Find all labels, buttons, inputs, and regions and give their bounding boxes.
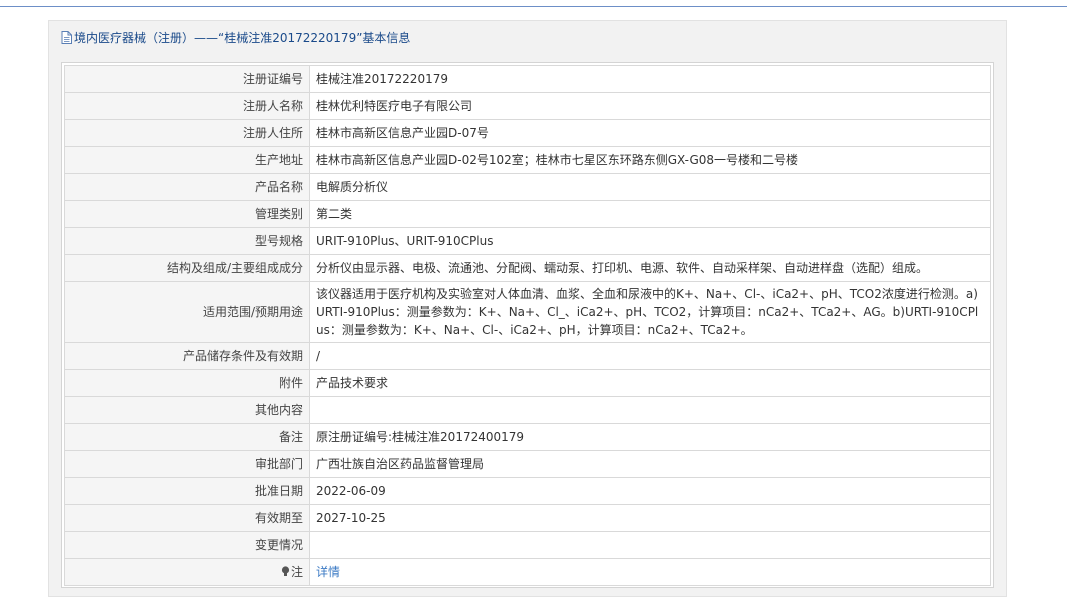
row-value: 桂林优利特医疗电子有限公司 — [309, 92, 991, 120]
document-icon — [61, 31, 72, 44]
row-label: 其他内容 — [64, 396, 310, 424]
table-row: 有效期至 2027-10-25 — [64, 504, 991, 532]
basic-info-panel: 境内医疗器械（注册）——“桂械注准20172220179”基本信息 注册证编号 … — [48, 20, 1007, 597]
row-value: 原注册证编号:桂械注准20172400179 — [309, 423, 991, 451]
row-value: 分析仪由显示器、电极、流通池、分配阀、蠕动泵、打印机、电源、软件、自动采样架、自… — [309, 254, 991, 282]
row-label: 注册人住所 — [64, 119, 310, 147]
row-value: 产品技术要求 — [309, 369, 991, 397]
row-label: 结构及组成/主要组成成分 — [64, 254, 310, 282]
row-label: 注册证编号 — [64, 65, 310, 93]
row-label: 备注 — [64, 423, 310, 451]
note-row: 注详情 — [64, 558, 991, 586]
table-row: 注册人名称 桂林优利特医疗电子有限公司 — [64, 92, 991, 120]
row-label: 变更情况 — [64, 531, 310, 559]
row-value: 2022-06-09 — [309, 477, 991, 505]
info-table: 注册证编号 桂械注准20172220179 注册人名称 桂林优利特医疗电子有限公… — [64, 65, 991, 586]
table-row: 产品储存条件及有效期 / — [64, 342, 991, 370]
note-value-cell: 详情 — [309, 558, 991, 586]
row-value: 第二类 — [309, 200, 991, 228]
table-row: 产品名称 电解质分析仪 — [64, 173, 991, 201]
row-label: 审批部门 — [64, 450, 310, 478]
table-row: 附件 产品技术要求 — [64, 369, 991, 397]
row-label: 注册人名称 — [64, 92, 310, 120]
table-row: 适用范围/预期用途 该仪器适用于医疗机构及实验室对人体血清、血浆、全血和尿液中的… — [64, 281, 991, 343]
row-label: 有效期至 — [64, 504, 310, 532]
table-row: 管理类别 第二类 — [64, 200, 991, 228]
page-title: 境内医疗器械（注册）——“桂械注准20172220179”基本信息 — [74, 31, 411, 45]
lightbulb-icon — [281, 566, 290, 576]
row-value: 广西壮族自治区药品监督管理局 — [309, 450, 991, 478]
row-value: / — [309, 342, 991, 370]
info-table-wrapper: 注册证编号 桂械注准20172220179 注册人名称 桂林优利特医疗电子有限公… — [61, 62, 994, 588]
row-label: 生产地址 — [64, 146, 310, 174]
row-label: 产品名称 — [64, 173, 310, 201]
panel-header: 境内医疗器械（注册）——“桂械注准20172220179”基本信息 — [49, 21, 1006, 54]
row-value: 该仪器适用于医疗机构及实验室对人体血清、血浆、全血和尿液中的K+、Na+、Cl-… — [309, 281, 991, 343]
row-value: 桂林市高新区信息产业园D-02号102室；桂林市七星区东环路东侧GX-G08一号… — [309, 146, 991, 174]
row-value: 电解质分析仪 — [309, 173, 991, 201]
row-label: 附件 — [64, 369, 310, 397]
table-row: 注册证编号 桂械注准20172220179 — [64, 65, 991, 93]
row-value: 桂械注准20172220179 — [309, 65, 991, 93]
table-row: 变更情况 — [64, 531, 991, 559]
table-row: 注册人住所 桂林市高新区信息产业园D-07号 — [64, 119, 991, 147]
table-row: 结构及组成/主要组成成分 分析仪由显示器、电极、流通池、分配阀、蠕动泵、打印机、… — [64, 254, 991, 282]
row-value: 2027-10-25 — [309, 504, 991, 532]
row-label: 批准日期 — [64, 477, 310, 505]
note-label-cell: 注 — [64, 558, 310, 586]
row-label: 产品储存条件及有效期 — [64, 342, 310, 370]
row-label: 型号规格 — [64, 227, 310, 255]
table-row: 其他内容 — [64, 396, 991, 424]
note-label: 注 — [290, 565, 303, 579]
table-row: 生产地址 桂林市高新区信息产业园D-02号102室；桂林市七星区东环路东侧GX-… — [64, 146, 991, 174]
row-label: 管理类别 — [64, 200, 310, 228]
row-value — [309, 396, 991, 424]
top-divider — [0, 6, 1067, 7]
table-row: 备注 原注册证编号:桂械注准20172400179 — [64, 423, 991, 451]
row-label: 适用范围/预期用途 — [64, 281, 310, 343]
row-value — [309, 531, 991, 559]
detail-link[interactable]: 详情 — [316, 565, 340, 579]
table-row: 型号规格 URIT-910Plus、URIT-910CPlus — [64, 227, 991, 255]
row-value: 桂林市高新区信息产业园D-07号 — [309, 119, 991, 147]
row-value: URIT-910Plus、URIT-910CPlus — [309, 227, 991, 255]
table-row: 审批部门 广西壮族自治区药品监督管理局 — [64, 450, 991, 478]
table-row: 批准日期 2022-06-09 — [64, 477, 991, 505]
